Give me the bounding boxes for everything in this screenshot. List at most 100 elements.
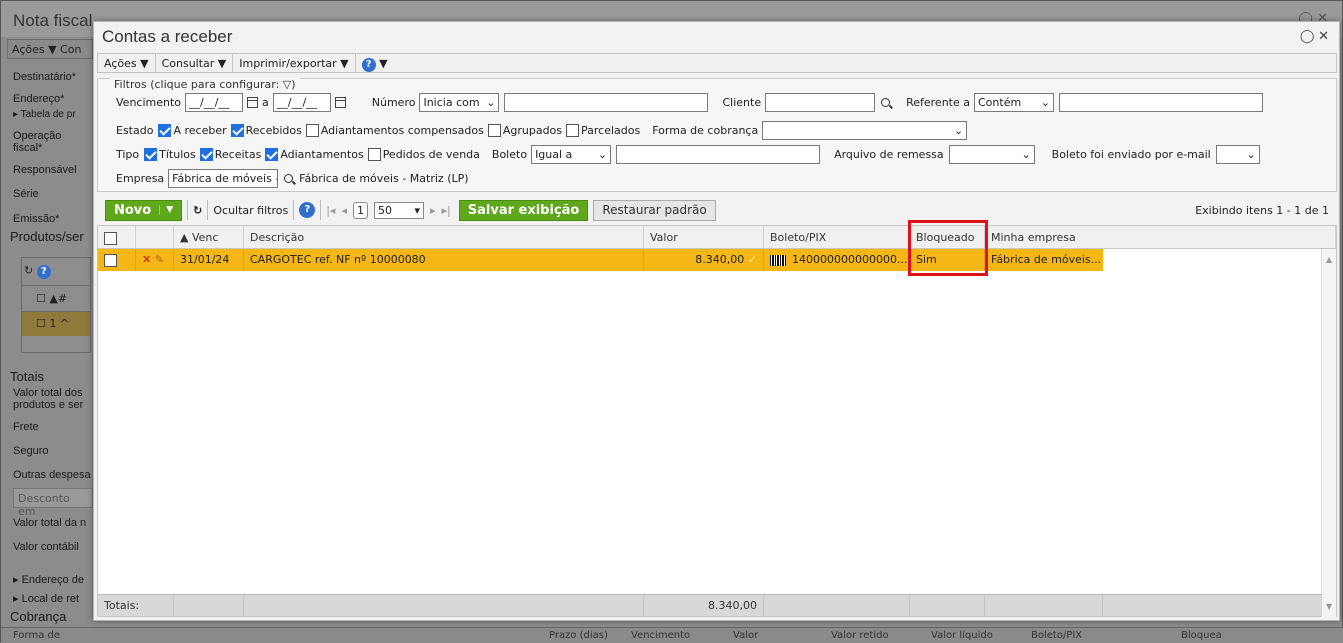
edit-icon[interactable]: ✎ bbox=[155, 253, 164, 266]
vencimento-label: Vencimento bbox=[116, 96, 182, 109]
page-number-input[interactable]: 1 bbox=[352, 201, 368, 219]
bg-field-fiscal: fiscal* bbox=[13, 142, 43, 154]
vencimento-to-input[interactable]: __/__/__ bbox=[272, 93, 331, 112]
salvar-exibicao-button[interactable]: Salvar exibição bbox=[458, 199, 589, 221]
grid-scrollbar[interactable]: ▲ ▼ bbox=[1321, 249, 1336, 617]
estado-adiantamentos-label: Adiantamentos compensados bbox=[320, 124, 484, 137]
cell-valor: 8.340,00 ✓ bbox=[644, 249, 764, 271]
estado-recebidos-label: Recebidos bbox=[245, 124, 302, 137]
row-actions: ✕ ✎ bbox=[136, 249, 174, 271]
tipo-titulos-checkbox[interactable] bbox=[144, 148, 158, 161]
delete-icon[interactable]: ✕ bbox=[142, 253, 151, 266]
dialog-title: Contas a receber bbox=[102, 27, 233, 46]
bg-section-produtos: Produtos/ser bbox=[10, 229, 84, 244]
boleto-operator-select[interactable]: Igual a ⌄ bbox=[531, 145, 612, 164]
tipo-receitas-label: Receitas bbox=[214, 148, 262, 161]
calendar-icon[interactable] bbox=[334, 97, 346, 108]
bg-total-0: Valor total dos bbox=[13, 387, 83, 399]
boleto-input[interactable] bbox=[616, 145, 821, 164]
boleto-label: Boleto bbox=[491, 148, 528, 161]
estado-adiantamentos-checkbox[interactable] bbox=[305, 124, 319, 137]
bg-products-grid: ↻ ? ☐ ▲# ☐ 1 ^ bbox=[21, 257, 91, 353]
prev-page-icon[interactable]: ◂ bbox=[341, 204, 347, 217]
chat-icon[interactable]: ◯ bbox=[1300, 28, 1315, 43]
referente-operator-select[interactable]: Contém ⌄ bbox=[974, 93, 1054, 112]
cell-boleto: 140000000000000... bbox=[764, 249, 910, 271]
ocultar-filtros-button[interactable]: Ocultar filtros bbox=[213, 204, 288, 217]
row-checkbox[interactable] bbox=[98, 249, 136, 271]
cell-venc: 31/01/24 bbox=[174, 249, 244, 271]
search-icon[interactable] bbox=[881, 98, 891, 107]
menu-acoes[interactable]: Ações ▼ bbox=[98, 54, 156, 72]
header-descricao[interactable]: Descrição bbox=[244, 226, 644, 248]
next-page-icon[interactable]: ▸ bbox=[430, 204, 436, 217]
close-icon[interactable]: ✕ bbox=[1318, 28, 1329, 43]
check-icon: ✓ bbox=[747, 253, 757, 266]
header-minha-empresa[interactable]: Minha empresa bbox=[985, 226, 1336, 248]
help-icon[interactable]: ? bbox=[361, 58, 376, 72]
arquivo-remessa-label: Arquivo de remessa bbox=[834, 148, 944, 161]
bloqueado-highlight-box bbox=[908, 220, 988, 276]
cliente-label: Cliente bbox=[722, 96, 762, 109]
estado-recebidos-checkbox[interactable] bbox=[230, 124, 244, 137]
filters-panel: Filtros (clique para configurar: ▽) Venc… bbox=[97, 78, 1337, 192]
vencimento-from-input[interactable]: __/__/__ bbox=[185, 93, 244, 112]
bg-address-1: ▸ Local de ret bbox=[13, 593, 80, 605]
search-icon[interactable] bbox=[284, 174, 294, 183]
empresa-description: Fábrica de móveis - Matriz (LP) bbox=[299, 172, 469, 185]
menu-consultar[interactable]: Consultar ▼ bbox=[156, 54, 234, 72]
restaurar-padrao-button[interactable]: Restaurar padrão bbox=[593, 199, 716, 221]
referente-label: Referente a bbox=[906, 96, 970, 109]
first-page-icon[interactable]: |◂ bbox=[326, 204, 335, 217]
totais-valor: 8.340,00 bbox=[644, 595, 764, 616]
tipo-receitas-checkbox[interactable] bbox=[199, 148, 213, 161]
tipo-label: Tipo bbox=[116, 148, 140, 161]
page-size-select[interactable]: 50 ▾ bbox=[373, 201, 424, 219]
boleto-email-select[interactable]: ⌄ bbox=[1215, 145, 1260, 164]
dialog-menubar: Ações ▼ Consultar ▼ Imprimir/exportar ▼ … bbox=[97, 53, 1337, 73]
calendar-icon[interactable] bbox=[247, 97, 259, 108]
cell-descricao: CARGOTEC ref. NF nº 10000080 bbox=[244, 249, 644, 271]
totais-label: Totais: bbox=[98, 595, 174, 616]
estado-parcelados-checkbox[interactable] bbox=[566, 124, 580, 137]
estado-agrupados-checkbox[interactable] bbox=[487, 124, 501, 137]
header-valor[interactable]: Valor bbox=[644, 226, 764, 248]
header-actions bbox=[136, 226, 174, 248]
cliente-input[interactable] bbox=[765, 93, 876, 112]
numero-label: Número bbox=[371, 96, 416, 109]
forma-cobranca-label: Forma de cobrança bbox=[652, 124, 759, 137]
refresh-icon[interactable]: ↻ bbox=[193, 204, 202, 217]
tipo-pedidos-checkbox[interactable] bbox=[367, 148, 381, 161]
help-menu[interactable]: ? ▼ bbox=[356, 54, 394, 72]
bg-field-responsavel: Responsável bbox=[13, 164, 77, 176]
estado-agrupados-label: Agrupados bbox=[502, 124, 563, 137]
estado-parcelados-label: Parcelados bbox=[581, 124, 641, 137]
tipo-adiantamentos-checkbox[interactable] bbox=[265, 148, 279, 161]
grid-totals-row: Totais: 8.340,00 bbox=[98, 594, 1322, 616]
numero-operator-select[interactable]: Inicia com ⌄ bbox=[419, 93, 500, 112]
novo-button[interactable]: Novo ▼ bbox=[105, 199, 183, 221]
items-count-text: Exibindo itens 1 - 1 de 1 bbox=[1195, 203, 1329, 217]
menu-imprimir-exportar[interactable]: Imprimir/exportar ▼ bbox=[233, 54, 356, 72]
estado-a-receber-checkbox[interactable] bbox=[158, 124, 172, 137]
numero-input[interactable] bbox=[504, 93, 709, 112]
arquivo-remessa-select[interactable]: ⌄ bbox=[948, 145, 1035, 164]
header-boleto-pix[interactable]: Boleto/PIX bbox=[764, 226, 910, 248]
boleto-email-label: Boleto foi enviado por e-mail bbox=[1051, 148, 1211, 161]
referente-input[interactable] bbox=[1059, 93, 1263, 112]
header-select-all[interactable] bbox=[98, 226, 136, 248]
bg-bottom-grid-header: Forma de Prazo (dias) Vencimento Valor V… bbox=[1, 627, 1343, 643]
grid-header: ▲ Venc Descrição Valor Boleto/PIX Bloque… bbox=[98, 226, 1336, 249]
barcode-icon[interactable] bbox=[770, 254, 786, 266]
empresa-input[interactable]: Fábrica de móveis - bbox=[168, 169, 279, 188]
header-venc[interactable]: ▲ Venc bbox=[174, 226, 244, 248]
filter-icon[interactable]: ▽ bbox=[283, 78, 291, 91]
last-page-icon[interactable]: ▸| bbox=[442, 204, 451, 217]
contas-a-receber-dialog: Contas a receber ◯ ✕ Ações ▼ Consultar ▼… bbox=[93, 21, 1340, 621]
help-icon[interactable]: ? bbox=[299, 202, 316, 218]
a-label: a bbox=[262, 96, 269, 109]
filters-legend[interactable]: Filtros (clique para configurar: ▽) bbox=[110, 78, 300, 91]
bg-section-cobranca: Cobrança bbox=[10, 609, 67, 624]
bg-discount-field: Desconto em bbox=[13, 488, 93, 518]
forma-cobranca-select[interactable]: ⌄ bbox=[762, 121, 968, 140]
